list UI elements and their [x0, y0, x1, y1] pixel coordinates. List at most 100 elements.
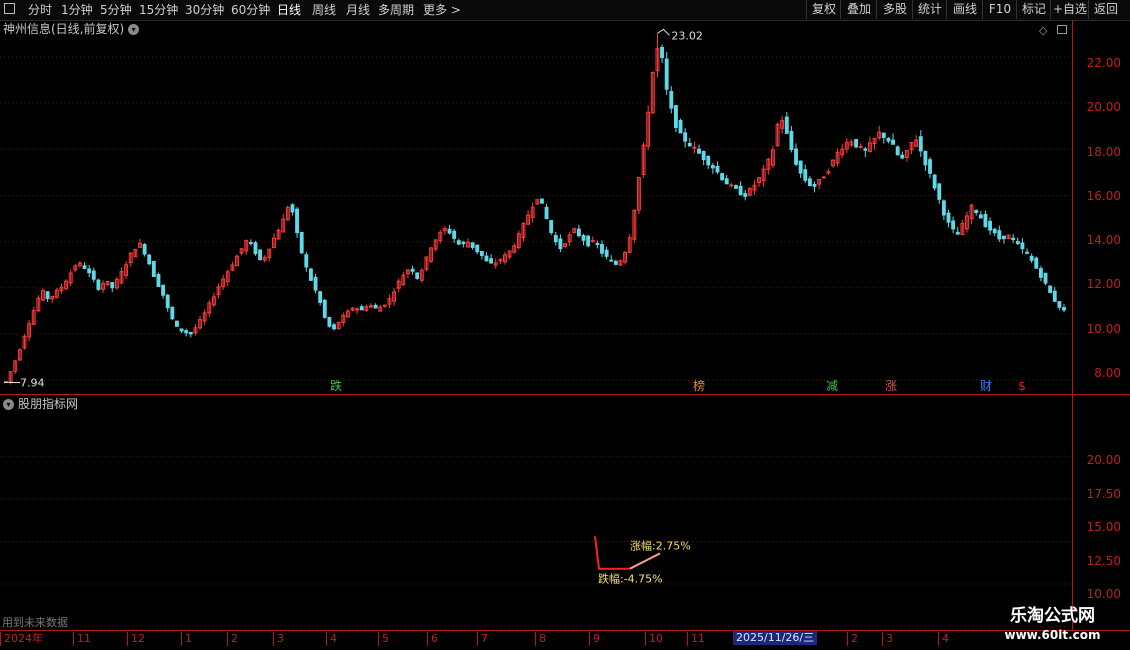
- candle-body: [734, 185, 738, 189]
- candle-body: [165, 294, 170, 309]
- tab-15min[interactable]: 15分钟: [139, 2, 178, 18]
- indicator-axis: 20.00 17.50 15.00 12.50 10.00: [1072, 395, 1130, 630]
- candle-body: [1057, 301, 1062, 308]
- candle-body: [881, 132, 886, 138]
- candle-body: [581, 235, 586, 241]
- candle-body: [1029, 255, 1034, 261]
- candle-body: [701, 150, 706, 161]
- candlestick-chart[interactable]: 23.02 7.94 跌 榜 减 涨 财 $: [0, 20, 1072, 394]
- candle-body: [978, 214, 983, 219]
- candle-body: [253, 242, 258, 255]
- back-button[interactable]: 返回: [1088, 0, 1123, 19]
- price-tick: 16.00: [1086, 189, 1121, 203]
- date-tick: 7: [477, 632, 488, 646]
- date-tick: 2024年: [0, 632, 43, 646]
- fuquan-button[interactable]: 复权: [806, 0, 841, 19]
- candle-body: [821, 176, 826, 179]
- tab-5min[interactable]: 5分钟: [100, 2, 132, 18]
- tab-30min[interactable]: 30分钟: [185, 2, 224, 18]
- event-marker: $: [1018, 379, 1026, 393]
- candle-body: [447, 228, 452, 234]
- candle-body: [1002, 235, 1006, 240]
- tab-monthly[interactable]: 月线: [346, 2, 370, 18]
- candle-body: [1011, 237, 1016, 240]
- candle-body: [313, 276, 318, 291]
- candle-body: [660, 46, 664, 59]
- price-tick: 18.00: [1086, 145, 1121, 159]
- candle-body: [858, 145, 863, 148]
- candle-body: [692, 146, 697, 149]
- candle-body: [992, 228, 997, 234]
- indicator-chart[interactable]: 涨幅:2.75% 跌幅:-4.75%: [0, 395, 1072, 630]
- tab-more[interactable]: 更多 >: [423, 2, 461, 18]
- candle-body: [687, 142, 692, 147]
- candle-body: [456, 240, 461, 245]
- date-tick: 3: [882, 632, 893, 646]
- candle-body: [863, 148, 868, 151]
- candle-body: [1048, 285, 1053, 294]
- candle-body: [1034, 257, 1039, 269]
- event-marker: 榜: [693, 378, 705, 393]
- indicator-tick: 10.00: [1086, 587, 1121, 601]
- candle-body: [803, 169, 808, 181]
- candle-body: [1038, 268, 1043, 278]
- tab-1min[interactable]: 1分钟: [61, 2, 93, 18]
- stats-button[interactable]: 统计: [912, 0, 947, 19]
- candle-body: [974, 209, 979, 214]
- add-watchlist-button[interactable]: +自选: [1050, 0, 1089, 19]
- candle-body: [678, 120, 683, 134]
- candle-body: [498, 259, 503, 262]
- event-marker: 涨: [885, 378, 897, 393]
- candle-body: [290, 204, 295, 213]
- f10-button[interactable]: F10: [982, 0, 1017, 19]
- candle-body: [1025, 251, 1029, 254]
- candle-body: [1015, 241, 1020, 245]
- event-marker: 财: [980, 379, 992, 393]
- watermark-url: www.60lt.com: [1004, 628, 1101, 642]
- date-tick: 5: [378, 632, 389, 646]
- candle-body: [544, 206, 549, 220]
- candle-body: [715, 165, 720, 173]
- mark-button[interactable]: 标记: [1016, 0, 1051, 19]
- date-tick: 11: [73, 632, 91, 646]
- tab-60min[interactable]: 60分钟: [231, 2, 270, 18]
- watermark-title: 乐淘公式网: [1010, 606, 1095, 626]
- date-tick: 12: [127, 632, 145, 646]
- candle-body: [156, 274, 161, 287]
- candle-body: [151, 260, 156, 278]
- candle-body: [539, 198, 544, 204]
- tab-fenshi[interactable]: 分时: [28, 2, 52, 18]
- candle-body: [604, 249, 609, 257]
- overlay-button[interactable]: 叠加: [840, 0, 877, 19]
- candle-body: [1062, 307, 1066, 311]
- price-tick: 10.00: [1086, 322, 1121, 336]
- tab-daily[interactable]: 日线: [277, 2, 301, 18]
- candle-body: [669, 91, 674, 109]
- candle-body: [322, 299, 327, 318]
- candle-body: [470, 242, 475, 248]
- toolbar: 分时 1分钟 5分钟 15分钟 30分钟 60分钟 日线 周线 月线 多周期 更…: [0, 0, 1130, 21]
- candle-body: [175, 320, 179, 327]
- date-tick: 11: [687, 632, 705, 646]
- indicator-tick: 12.50: [1086, 554, 1121, 568]
- candle-body: [248, 242, 253, 245]
- candle-body: [886, 137, 891, 142]
- candle-body: [807, 178, 812, 187]
- square-outline-icon[interactable]: [4, 3, 15, 14]
- candle-body: [82, 265, 87, 270]
- low-label: 7.94: [20, 377, 45, 390]
- draw-line-button[interactable]: 画线: [946, 0, 983, 19]
- tab-weekly[interactable]: 周线: [312, 2, 336, 18]
- candle-body: [798, 160, 803, 174]
- candle-body: [170, 306, 175, 320]
- high-label: 23.02: [671, 29, 703, 42]
- event-marker: 减: [826, 379, 838, 393]
- candle-body: [710, 165, 715, 169]
- candle-body: [179, 328, 184, 332]
- date-tick: 8: [535, 632, 546, 646]
- date-tick: 9: [589, 632, 600, 646]
- candle-body: [45, 291, 50, 300]
- candle-body: [609, 259, 614, 262]
- multi-stock-button[interactable]: 多股: [876, 0, 913, 19]
- tab-multi-period[interactable]: 多周期: [378, 2, 414, 18]
